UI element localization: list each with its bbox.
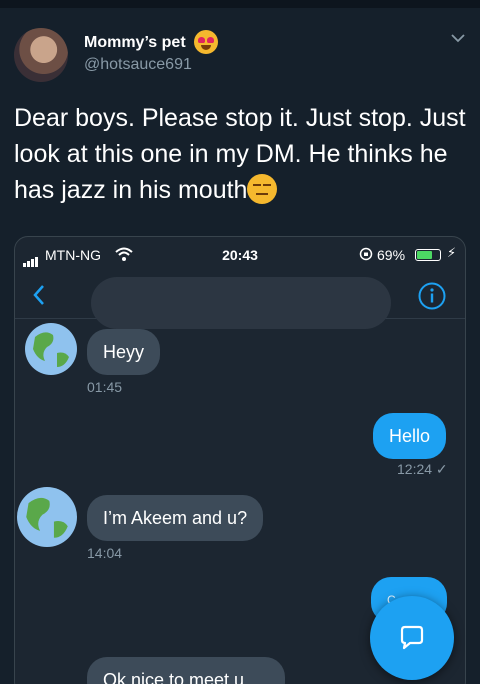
message-text: Ok nice to meet u (103, 670, 245, 684)
dm-navbar (15, 273, 465, 329)
compose-message-icon (400, 625, 424, 650)
battery-icon (415, 249, 441, 261)
sender-avatar-earth-icon[interactable] (25, 323, 77, 375)
phone-status-bar: MTN-NG 20:43 69% ⚡︎ (15, 237, 465, 273)
message-time: 14:04 (87, 545, 123, 561)
tweet-text: Dear boys. Please stop it. Just stop. Ju… (14, 100, 469, 208)
user-handle[interactable]: @hotsauce691 (84, 56, 192, 74)
redacted-contact-name (91, 277, 391, 329)
compose-message-button[interactable] (370, 596, 454, 680)
tweet-body: Dear boys. Please stop it. Just stop. Ju… (14, 104, 466, 204)
message-time: 12:24 ✓ (397, 461, 448, 477)
back-chevron-icon[interactable] (31, 283, 47, 307)
battery-percent: 69% (377, 247, 406, 263)
profile-avatar[interactable] (14, 28, 68, 82)
message-time: 01:45 (87, 379, 123, 395)
info-icon[interactable] (417, 281, 447, 311)
top-strip (0, 0, 480, 8)
message-bubble-incoming[interactable]: Ok nice to meet u (87, 657, 285, 684)
message-bubble-incoming[interactable]: I’m Akeem and u? (87, 495, 264, 541)
charging-bolt-icon: ⚡︎ (447, 245, 457, 260)
heart-eyes-emoji-icon (194, 30, 218, 54)
expressionless-emoji-icon (247, 174, 278, 204)
sender-avatar-earth-icon[interactable] (17, 487, 77, 547)
message-bubble-incoming[interactable]: Heyy (87, 329, 161, 375)
rotation-lock-icon (359, 247, 373, 261)
display-name[interactable]: Mommy’s pet (84, 34, 186, 52)
chevron-down-icon[interactable] (450, 30, 466, 46)
message-bubble-outgoing[interactable]: Hello (373, 413, 447, 459)
